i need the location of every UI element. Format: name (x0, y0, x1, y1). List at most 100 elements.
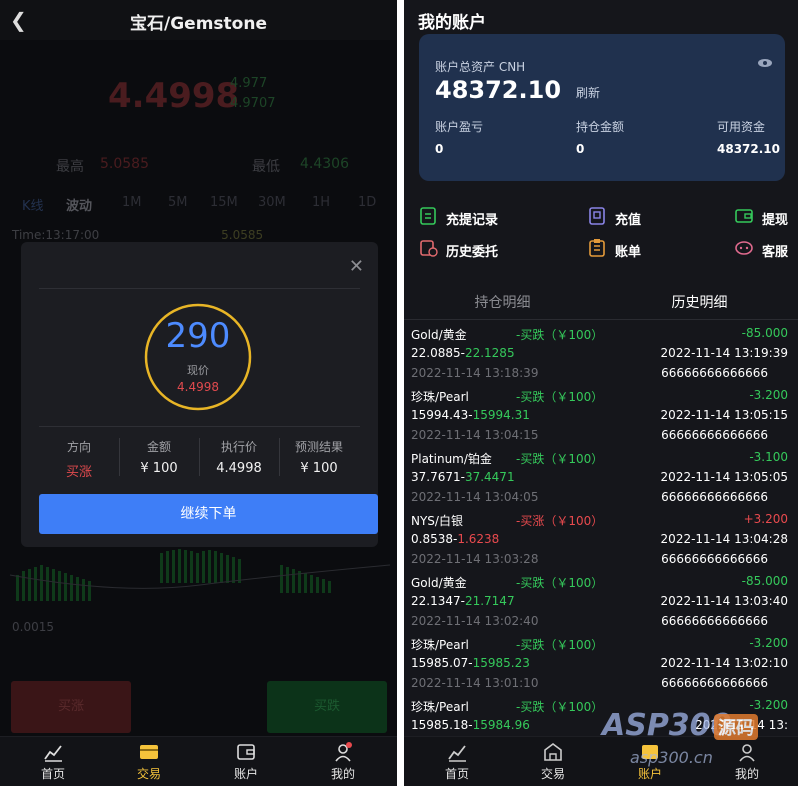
order-close-time: 2022-11-14 13:05:05 (660, 470, 788, 484)
axis-value: 0.0015 (12, 620, 54, 634)
chart-icon (44, 745, 62, 762)
nav-home-label: 首页 (40, 767, 65, 781)
order-open-time: 2022-11-14 13:18:39 (411, 366, 539, 380)
order-direction: -买跌（￥100） (516, 452, 604, 466)
buy-up-button[interactable]: 买涨 (11, 681, 131, 733)
order-open-time: 2022-11-14 13:01:10 (411, 676, 539, 690)
order-row[interactable]: Gold/黄金 -买跌（￥100） -85.000 22.0885-22.1285 20… (404, 322, 798, 384)
order-direction: -买跌（￥100） (516, 576, 604, 590)
nav-home[interactable]: 首页 (417, 741, 497, 782)
order-open-time: 2022-11-14 13:04:15 (411, 428, 539, 442)
order-close-time: 2022-11-14 13:04:28 (660, 532, 788, 546)
continue-order-button[interactable]: 继续下单 (39, 494, 378, 534)
pl-value: 0 (435, 142, 444, 156)
account-screen: 我的账户 账户总资产 CNH 48372.10 刷新 账户盈亏 0 持仓金额 0… (404, 0, 798, 786)
order-symbol: Platinum/铂金 (411, 452, 492, 466)
low-label: 最低 (252, 159, 280, 175)
order-modal: ✕ 290 现价 4.4998 方向 买涨 金额 ¥ 100 执行价 4.499… (21, 242, 378, 547)
close-icon[interactable]: ✕ (349, 256, 364, 277)
total-assets: 48372.10 (435, 76, 562, 104)
current-price-value: 4.4998 (177, 380, 219, 394)
order-open-price: 15985.18- (411, 718, 473, 732)
nav-trade[interactable]: 交易 (109, 741, 189, 782)
forecast-value: ¥ 100 (300, 461, 338, 476)
countdown-ring: 290 现价 4.4998 (143, 302, 253, 412)
nav-account[interactable]: 账户 (206, 741, 286, 782)
header: ❮ 宝石/Gemstone (0, 0, 397, 40)
order-prices: 15985.18-15984.96 (411, 718, 530, 732)
page-title: 我的账户 (418, 13, 486, 33)
trade-icon (140, 745, 158, 759)
tab-history-detail[interactable]: 历史明细 (601, 292, 798, 312)
trade-screen: ❮ 宝石/Gemstone 4.4998 4.977 4.9707 最高 5.0… (0, 0, 397, 786)
price-sub-2: 4.9707 (230, 96, 276, 111)
hold-label: 持仓金额 (576, 120, 625, 134)
tab-15m[interactable]: 15M (210, 195, 238, 210)
watermark: ASP300 源码 asp300.cn (602, 708, 798, 778)
buy-down-button[interactable]: 买跌 (267, 681, 387, 733)
order-direction: -买跌（￥100） (516, 700, 604, 714)
watermark-brand: ASP300 (602, 708, 732, 743)
exec-price-col: 执行价 4.4998 (199, 438, 279, 476)
tab-1h[interactable]: 1H (312, 195, 330, 210)
trade-icon (544, 743, 562, 761)
service-icon (735, 241, 753, 255)
order-profit: -85.000 (741, 574, 788, 588)
nav-trade[interactable]: 交易 (513, 741, 593, 782)
order-row[interactable]: NYS/白银 -买涨（￥100） +3.200 0.8538-1.6238 2022-1… (404, 508, 798, 570)
action-grid: 充提记录 充值 提现 历史委托 账单 客服 (404, 200, 798, 270)
high-label: 最高 (56, 159, 84, 175)
countdown-number: 290 (165, 316, 231, 356)
withdraw-label: 提现 (762, 213, 789, 228)
order-row[interactable]: Gold/黄金 -买跌（￥100） -85.000 22.1347-21.7147 20… (404, 570, 798, 632)
tab-1m[interactable]: 1M (122, 195, 142, 210)
order-open-time: 2022-11-14 13:03:28 (411, 552, 539, 566)
tab-30m[interactable]: 30M (258, 195, 286, 210)
assets-label: 账户总资产 CNH (435, 60, 526, 74)
bottom-nav: 首页 交易 账户 我的 (0, 736, 397, 786)
current-price-label: 现价 (187, 364, 209, 377)
history-order-icon (420, 240, 438, 257)
withdraw-icon (735, 209, 753, 223)
forecast-label: 预测结果 (294, 440, 343, 454)
hold-value: 0 (576, 142, 585, 156)
order-id: 66666666666666 (661, 366, 768, 380)
direction-value: 买涨 (65, 465, 92, 480)
order-row[interactable]: 珍珠/Pearl -买跌（￥100） -3.200 15994.43-15994.31… (404, 384, 798, 446)
order-open-time: 2022-11-14 13:04:05 (411, 490, 539, 504)
order-close-price: 15984.96 (472, 718, 530, 732)
order-profit: -3.100 (749, 450, 788, 464)
tab-1d[interactable]: 1D (358, 195, 376, 210)
refresh-link[interactable]: 刷新 (576, 84, 600, 101)
wallet-icon (237, 744, 255, 760)
order-close-price: 22.1285 (464, 346, 515, 360)
order-prices: 15994.43-15994.31 (411, 408, 530, 422)
nav-mine-label: 我的 (330, 767, 355, 781)
order-prices: 37.7671-37.4471 (411, 470, 515, 484)
order-close-time: 2022-11-14 13:03:40 (660, 594, 788, 608)
nav-home[interactable]: 首页 (13, 741, 93, 782)
eye-icon[interactable] (757, 58, 773, 68)
order-direction: -买涨（￥100） (516, 514, 604, 528)
order-open-price: 22.1347- (411, 594, 465, 608)
direction-label: 方向 (66, 440, 91, 454)
avail-label: 可用资金 (717, 120, 766, 134)
order-direction: -买跌（￥100） (516, 328, 604, 342)
direction-col: 方向 买涨 (39, 438, 119, 480)
order-row[interactable]: 珍珠/Pearl -买跌（￥100） -3.200 15985.07-15985.23… (404, 632, 798, 694)
order-id: 66666666666666 (661, 428, 768, 442)
tab-position-detail[interactable]: 持仓明细 (404, 292, 601, 312)
order-profit: -3.200 (749, 636, 788, 650)
nav-mine[interactable]: 我的 (303, 741, 383, 782)
tab-kline[interactable]: K线 (22, 195, 44, 214)
avail-value: 48372.10 (717, 142, 781, 156)
page-title: 宝石/Gemstone (130, 14, 267, 34)
tab-volatility[interactable]: 波动 (66, 195, 92, 214)
order-row[interactable]: Platinum/铂金 -买跌（￥100） -3.100 37.7671-37.447… (404, 446, 798, 508)
order-open-price: 0.8538- (411, 532, 458, 546)
volume-bars (9, 549, 391, 601)
order-prices: 15985.07-15985.23 (411, 656, 530, 670)
tab-5m[interactable]: 5M (168, 195, 188, 210)
order-symbol: 珍珠/Pearl (411, 390, 469, 404)
order-open-time: 2022-11-14 13:02:40 (411, 614, 539, 628)
